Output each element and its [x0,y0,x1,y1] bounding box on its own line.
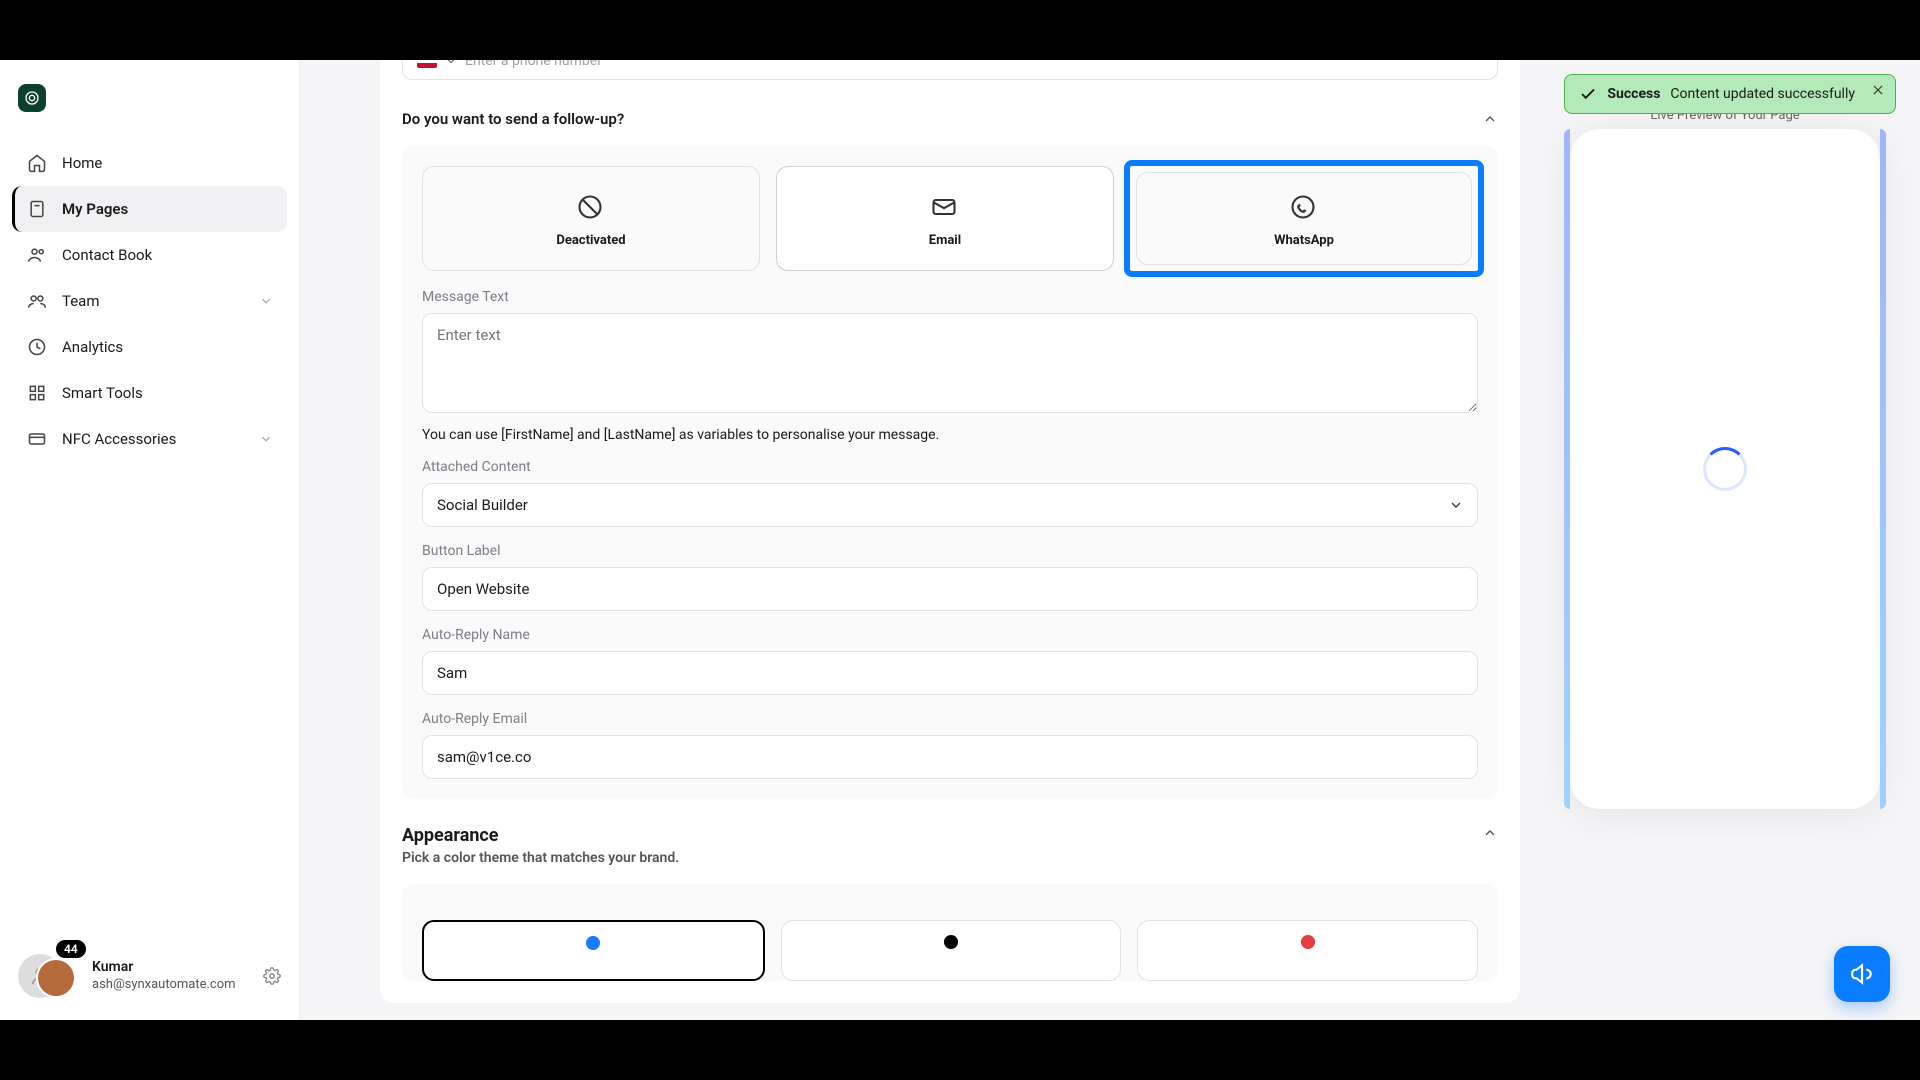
sidebar-item-nfc-accessories[interactable]: NFC Accessories [12,416,287,462]
settings-button[interactable] [263,967,281,985]
button-label-input[interactable] [422,567,1478,611]
autoreply-name-input[interactable] [422,651,1478,695]
users-icon [26,244,48,266]
coffee-icon [24,90,40,106]
sidebar-item-label: Home [62,154,102,172]
sidebar-item-analytics[interactable]: Analytics [12,324,287,370]
sidebar-item-my-pages[interactable]: My Pages [12,186,287,232]
analytics-icon [26,336,48,358]
flag-uk-icon [417,60,437,68]
button-label-label: Button Label [422,543,1478,559]
phone-placeholder: Enter a phone number [465,60,602,69]
brand-logo[interactable] [18,84,46,112]
autoreply-email-input[interactable] [422,735,1478,779]
sidebar-item-label: Smart Tools [62,384,143,402]
sidebar-item-team[interactable]: Team [12,278,287,324]
megaphone-icon [1849,961,1875,987]
option-deactivated[interactable]: Deactivated [422,166,760,271]
gear-icon [263,967,281,985]
check-icon [1579,85,1597,103]
user-footer[interactable]: 44 Kumar ash@synxautomate.com [12,944,287,1008]
user-info: Kumar ash@synxautomate.com [92,958,236,993]
appearance-section-header[interactable]: Appearance Pick a color theme that match… [402,825,1498,866]
letterbox-top [0,0,1920,60]
mail-icon [930,193,960,223]
autoreply-email-label: Auto-Reply Email [422,711,1478,727]
preview-column: Live Preview of Your Page [1550,60,1920,1020]
appearance-panel: . . . [402,884,1498,981]
toast-close-button[interactable] [1871,83,1885,97]
main: Enter a phone number Do you want to send… [300,60,1920,1020]
followup-section-header[interactable]: Do you want to send a follow-up? [402,110,1498,128]
toast-title: Success [1607,86,1660,102]
ban-icon [576,193,606,223]
avatar [18,954,62,998]
attached-content-label: Attached Content [422,459,1478,475]
sidebar-item-label: My Pages [62,200,128,218]
phone-input[interactable]: Enter a phone number [402,60,1498,80]
notification-badge: 44 [56,940,86,958]
user-name: Kumar [92,958,236,976]
color-theme-default[interactable]: . [422,920,765,981]
followup-options: Deactivated Email WhatsApp [422,166,1478,271]
announcements-fab[interactable] [1834,946,1890,1002]
option-label: Email [929,233,961,248]
option-whatsapp[interactable]: WhatsApp [1136,172,1472,265]
letterbox-bottom [0,1020,1920,1080]
color-swatch-red-icon [1301,935,1315,949]
chevron-down-icon [259,294,273,308]
attached-content-select[interactable]: Social Builder [422,483,1478,527]
followup-heading: Do you want to send a follow-up? [402,110,624,128]
option-email[interactable]: Email [776,166,1114,271]
color-theme-dark[interactable]: . [781,920,1122,981]
whatsapp-icon [1289,193,1319,223]
home-icon [26,152,48,174]
sidebar-item-smart-tools[interactable]: Smart Tools [12,370,287,416]
color-swatch-black-icon [944,935,958,949]
option-label: Deactivated [556,233,625,248]
app-viewport: Home My Pages Contact Book Team Analytic… [0,60,1920,1020]
chevron-down-icon[interactable] [445,60,457,67]
loading-spinner-icon [1703,447,1747,491]
user-email: ash@synxautomate.com [92,977,236,994]
appearance-subtitle: Pick a color theme that matches your bra… [402,850,679,866]
chevron-down-icon [259,432,273,446]
option-label: WhatsApp [1274,233,1334,248]
success-toast: Success Content updated successfully [1564,74,1896,114]
message-text-label: Message Text [422,289,1478,305]
grid-icon [26,382,48,404]
message-text-input[interactable] [422,313,1478,413]
sidebar-item-label: Analytics [62,338,123,356]
content-card: Enter a phone number Do you want to send… [380,60,1520,1003]
chevron-up-icon[interactable] [1482,111,1498,127]
page-icon [26,198,48,220]
sidebar-item-label: NFC Accessories [62,430,176,448]
sidebar: Home My Pages Contact Book Team Analytic… [0,60,300,1020]
card-icon [26,428,48,450]
sidebar-item-label: Team [62,292,100,310]
whatsapp-highlight: WhatsApp [1124,160,1484,277]
sidebar-item-label: Contact Book [62,246,152,264]
autoreply-name-label: Auto-Reply Name [422,627,1478,643]
message-helper-text: You can use [FirstName] and [LastName] a… [422,427,1478,443]
close-icon [1871,83,1885,97]
content-column: Enter a phone number Do you want to send… [300,60,1550,1020]
color-swatch-blue-icon [586,936,600,950]
color-theme-red[interactable]: . [1137,920,1478,981]
chevron-up-icon[interactable] [1482,825,1498,841]
avatar-overlay [36,958,76,998]
sidebar-item-home[interactable]: Home [12,140,287,186]
color-theme-row: . . . [422,920,1478,981]
followup-panel: Deactivated Email WhatsApp [402,146,1498,799]
preview-frame [1570,129,1880,809]
toast-message: Content updated successfully [1670,86,1855,102]
appearance-title: Appearance [402,825,679,846]
attached-content-value: Social Builder [422,483,1478,527]
sidebar-item-contact-book[interactable]: Contact Book [12,232,287,278]
team-icon [26,290,48,312]
